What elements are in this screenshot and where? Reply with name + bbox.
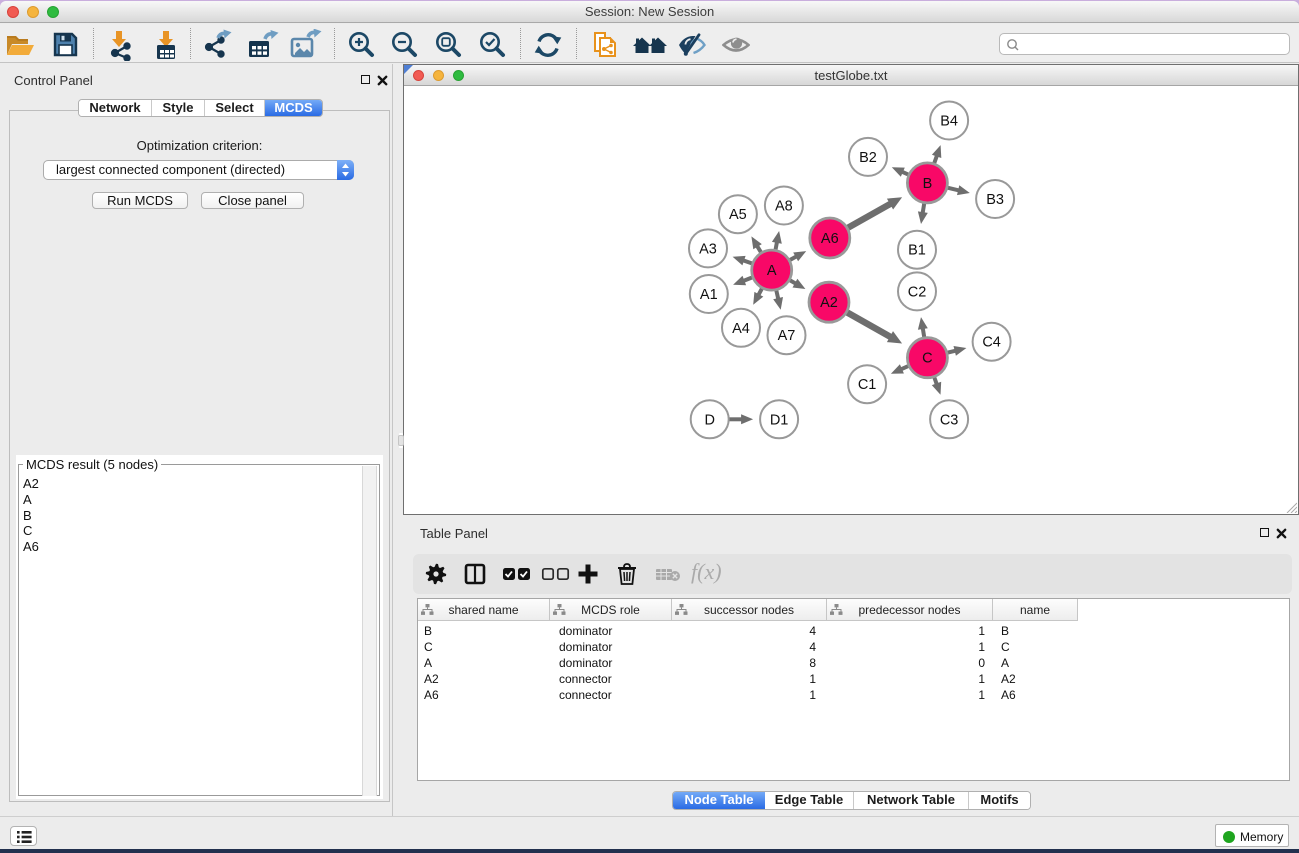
- svg-text:A8: A8: [775, 199, 793, 215]
- svg-text:C4: C4: [982, 335, 1001, 351]
- svg-text:A6: A6: [821, 231, 839, 247]
- svg-text:B3: B3: [986, 192, 1004, 208]
- svg-text:C3: C3: [940, 412, 959, 428]
- svg-text:D1: D1: [770, 412, 789, 428]
- svg-text:A3: A3: [699, 241, 717, 257]
- svg-text:C1: C1: [858, 377, 877, 393]
- svg-text:B4: B4: [940, 114, 958, 130]
- svg-text:C: C: [922, 351, 932, 367]
- svg-text:B1: B1: [908, 243, 926, 259]
- svg-text:B2: B2: [859, 150, 877, 166]
- svg-text:C2: C2: [908, 284, 927, 300]
- svg-text:A: A: [767, 263, 777, 279]
- svg-text:A5: A5: [729, 207, 747, 223]
- svg-text:A2: A2: [820, 295, 838, 311]
- svg-text:D: D: [704, 412, 714, 428]
- svg-text:A7: A7: [778, 328, 796, 344]
- svg-text:A1: A1: [700, 287, 718, 303]
- svg-text:A4: A4: [732, 321, 750, 337]
- svg-text:B: B: [923, 176, 933, 192]
